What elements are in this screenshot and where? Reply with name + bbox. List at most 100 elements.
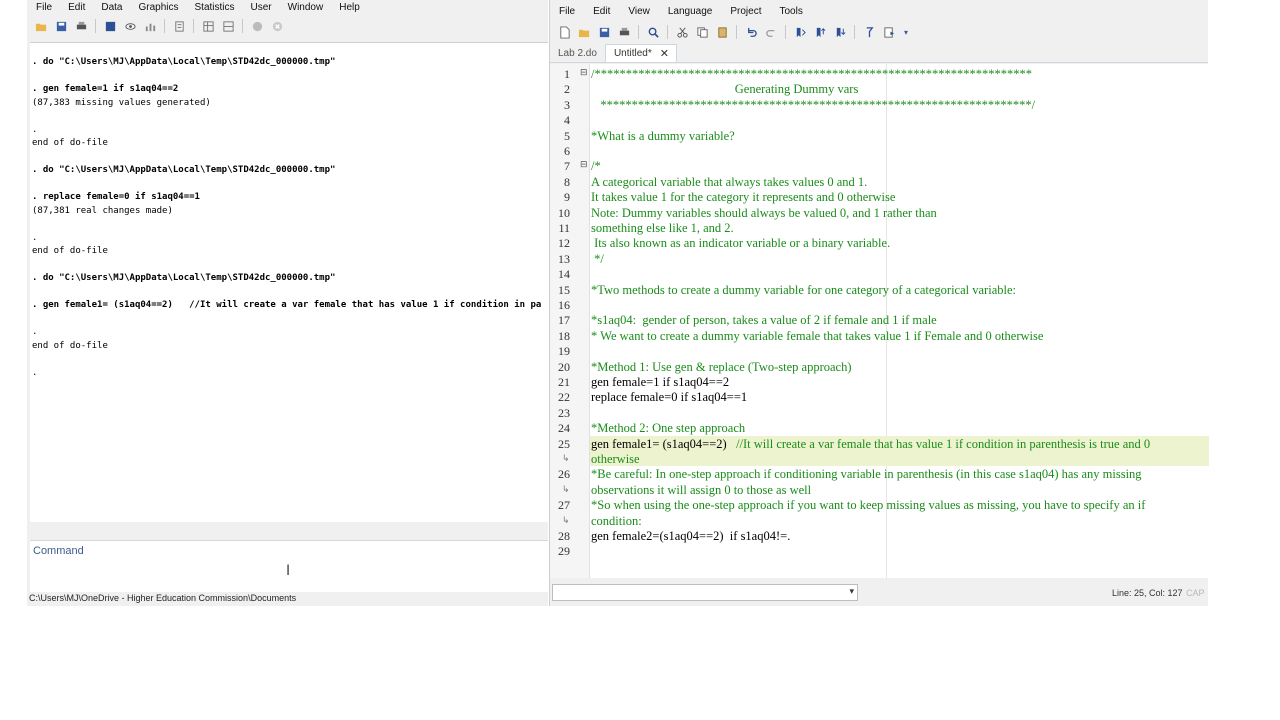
chevron-down-icon: ▾ bbox=[849, 586, 854, 596]
result-line: . bbox=[32, 233, 38, 243]
code-line: *What is a dummy variable? bbox=[591, 129, 735, 144]
wrap-icon: ↳ bbox=[562, 515, 570, 526]
menu-file[interactable]: File bbox=[36, 2, 52, 13]
code-line: A categorical variable that always takes… bbox=[591, 175, 867, 190]
tab-lab2[interactable]: Lab 2.do bbox=[550, 44, 605, 62]
redo-icon[interactable] bbox=[764, 25, 778, 39]
menu-graphics[interactable]: Graphics bbox=[138, 2, 178, 13]
results-window[interactable]: . do "C:\Users\MJ\AppData\Local\Temp\STD… bbox=[30, 42, 548, 522]
code-line: Note: Dummy variables should always be v… bbox=[591, 206, 937, 221]
editor-toolbar: ▾ bbox=[550, 22, 1208, 42]
print-icon[interactable] bbox=[617, 25, 631, 39]
line-number: 1 bbox=[564, 67, 570, 81]
code-line: */ bbox=[591, 252, 604, 267]
undo-icon[interactable] bbox=[744, 25, 758, 39]
editor-menu-project[interactable]: Project bbox=[730, 6, 761, 17]
close-icon[interactable]: ✕ bbox=[660, 47, 669, 60]
viewer-icon[interactable] bbox=[123, 19, 137, 33]
execute-icon[interactable] bbox=[882, 25, 896, 39]
line-number: 13 bbox=[558, 251, 570, 266]
code-text: condition: bbox=[591, 513, 642, 528]
code-text: *Be careful: In one-step approach if con… bbox=[591, 467, 1142, 482]
code-line: gen female1= (s1aq04==2) //It will creat… bbox=[591, 437, 1150, 452]
new-file-icon[interactable] bbox=[557, 25, 571, 39]
copy-icon[interactable] bbox=[695, 25, 709, 39]
line-number: 20 bbox=[558, 359, 570, 374]
bookmark-next-icon[interactable] bbox=[833, 25, 847, 39]
fold-icon[interactable]: ⊟ bbox=[580, 68, 588, 78]
editor-menu-language[interactable]: Language bbox=[668, 6, 713, 17]
fold-icon[interactable]: ⊟ bbox=[580, 160, 588, 170]
find-icon[interactable] bbox=[646, 25, 660, 39]
text-cursor-icon: I bbox=[286, 563, 291, 579]
bookmark-prev-icon[interactable] bbox=[813, 25, 827, 39]
result-line: . do "C:\Users\MJ\AppData\Local\Temp\STD… bbox=[32, 57, 336, 67]
line-number: 27 bbox=[558, 498, 570, 513]
editor-menu-tools[interactable]: Tools bbox=[779, 6, 802, 17]
graph-icon[interactable] bbox=[143, 19, 157, 33]
code-line: /***************************************… bbox=[591, 67, 1032, 82]
menu-user[interactable]: User bbox=[251, 2, 272, 13]
code-area[interactable]: 1 ⊟ 2 3 4 5 6 7 ⊟ 8 9 10 11 12 13 14 15 16 17 18 19 20 21 22 23 2… bbox=[550, 64, 1209, 578]
code-text: gen female=1 if s1aq04==2 bbox=[591, 375, 730, 389]
chevron-down-icon[interactable]: ▾ bbox=[902, 25, 910, 39]
paste-icon[interactable] bbox=[715, 25, 729, 39]
stata-menubar: File Edit Data Graphics Statistics User … bbox=[27, 0, 548, 14]
save-icon[interactable] bbox=[597, 25, 611, 39]
line-number: 9 bbox=[564, 190, 570, 205]
code-text: observations it will assign 0 to those a… bbox=[591, 482, 812, 497]
code-line: observations it will assign 0 to those a… bbox=[591, 483, 811, 498]
line-number: 19 bbox=[558, 344, 570, 359]
line-number: 14 bbox=[558, 267, 570, 282]
menu-statistics[interactable]: Statistics bbox=[195, 2, 235, 13]
editor-menu-file[interactable]: File bbox=[559, 6, 575, 17]
code-text: * We want to create a dummy variable fem… bbox=[591, 328, 1044, 343]
line-number: 3 bbox=[564, 97, 570, 112]
code-line: *Method 1: Use gen & replace (Two-step a… bbox=[591, 360, 852, 375]
line-number-gutter: 1 ⊟ 2 3 4 5 6 7 ⊟ 8 9 10 11 12 13 14 15 16 17 18 19 20 21 22 23 2… bbox=[550, 64, 590, 578]
result-line: . bbox=[32, 368, 38, 378]
data-browser-icon[interactable] bbox=[221, 19, 235, 33]
code-text: replace female=0 if s1aq04==1 bbox=[591, 390, 748, 405]
editor-menu-edit[interactable]: Edit bbox=[593, 6, 610, 17]
code-text: *Two methods to create a dummy variable … bbox=[591, 282, 1016, 297]
log-icon[interactable] bbox=[103, 19, 117, 33]
bookmark-toggle-icon[interactable] bbox=[793, 25, 807, 39]
line-number: 22 bbox=[558, 390, 570, 405]
open-icon[interactable] bbox=[577, 25, 591, 39]
save-icon[interactable] bbox=[54, 19, 68, 33]
show-hide-icon[interactable] bbox=[862, 25, 876, 39]
print-icon[interactable] bbox=[74, 19, 88, 33]
menu-edit[interactable]: Edit bbox=[68, 2, 85, 13]
menu-window[interactable]: Window bbox=[288, 2, 324, 13]
code-line: Generating Dummy vars bbox=[591, 82, 859, 97]
open-icon[interactable] bbox=[34, 19, 48, 33]
result-line: end of do-file bbox=[32, 246, 108, 256]
more-icon[interactable] bbox=[250, 19, 264, 33]
menu-help[interactable]: Help bbox=[339, 2, 360, 13]
editor-menu-view[interactable]: View bbox=[628, 6, 650, 17]
code-line: replace female=0 if s1aq04==1 bbox=[591, 390, 747, 405]
caps-indicator: CAP bbox=[1186, 588, 1205, 598]
tab-untitled[interactable]: Untitled* ✕ bbox=[604, 44, 677, 62]
line-number: 15 bbox=[558, 282, 570, 297]
code-line: Its also known as an indicator variable … bbox=[591, 236, 890, 251]
tab-label: Lab 2.do bbox=[558, 47, 597, 59]
line-number: 29 bbox=[558, 544, 570, 559]
working-directory: C:\Users\MJ\OneDrive - Higher Education … bbox=[29, 593, 297, 603]
current-line-highlight bbox=[590, 451, 1209, 467]
menu-data[interactable]: Data bbox=[101, 2, 122, 13]
result-line: (87,381 real changes made) bbox=[32, 206, 173, 216]
tab-label: Untitled* bbox=[613, 48, 652, 59]
code-text: It takes value 1 for the category it rep… bbox=[591, 190, 896, 205]
result-line: . do "C:\Users\MJ\AppData\Local\Temp\STD… bbox=[32, 273, 336, 283]
data-editor-icon[interactable] bbox=[201, 19, 215, 33]
function-dropdown[interactable]: ▾ bbox=[552, 584, 858, 601]
code-line: *Two methods to create a dummy variable … bbox=[591, 283, 1016, 298]
dofile-editor-icon[interactable] bbox=[172, 19, 186, 33]
result-line: . replace female=0 if s1aq04==1 bbox=[32, 192, 200, 202]
break-icon[interactable] bbox=[270, 19, 284, 33]
cut-icon[interactable] bbox=[675, 25, 689, 39]
code-text: Generating Dummy vars bbox=[591, 82, 859, 97]
code-text: gen female2=(s1aq04==2) if s1aq04!=. bbox=[591, 529, 791, 543]
